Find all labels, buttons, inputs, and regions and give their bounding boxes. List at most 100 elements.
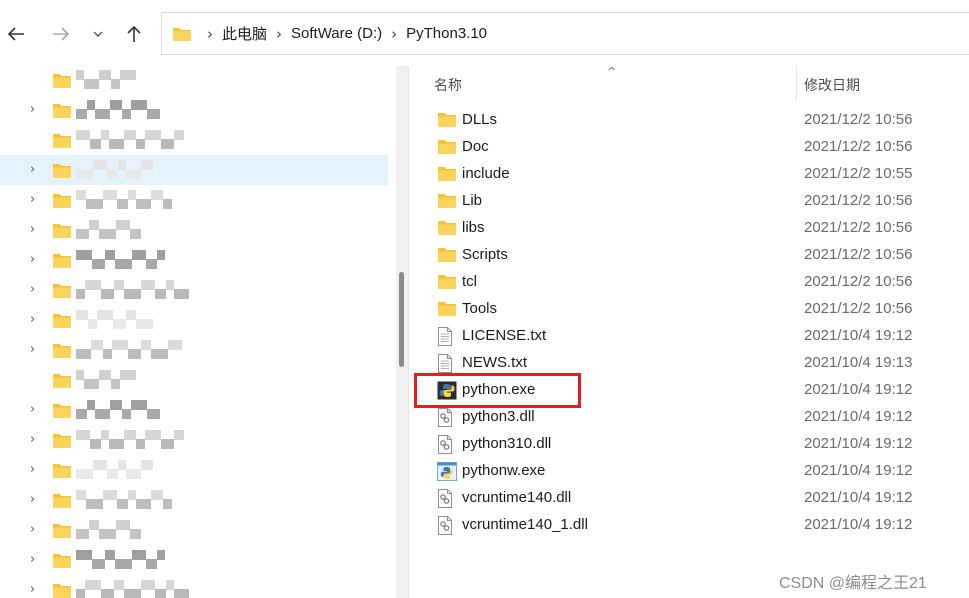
- expand-chevron-icon[interactable]: ›: [30, 193, 42, 207]
- expand-chevron-icon[interactable]: ›: [30, 433, 42, 447]
- expand-chevron-icon[interactable]: ›: [30, 223, 42, 237]
- nav-item[interactable]: ›: [0, 395, 388, 425]
- navigation-scrollbar[interactable]: [396, 66, 408, 598]
- file-modified-date: 2021/10/4 19:12: [804, 462, 913, 479]
- obscured-label: [76, 130, 184, 150]
- file-modified-date: 2021/12/2 10:56: [804, 219, 913, 236]
- expand-chevron-icon[interactable]: ›: [30, 493, 42, 507]
- nav-item[interactable]: ›: [0, 455, 388, 485]
- file-row-vcruntime140-dll[interactable]: vcruntime140.dll 2021/10/4 19:12: [432, 485, 962, 512]
- file-row-news-txt[interactable]: NEWS.txt 2021/10/4 19:13: [432, 350, 962, 377]
- expand-chevron-icon[interactable]: ›: [30, 313, 42, 327]
- file-name: tcl: [462, 273, 477, 290]
- folder-icon: [437, 165, 457, 184]
- chevron-down-icon: [93, 31, 103, 37]
- file-name: python310.dll: [462, 435, 552, 452]
- address-bar[interactable]: › 此电脑 › SoftWare (D:) › PyThon3.10: [161, 12, 969, 55]
- nav-item[interactable]: ›: [0, 95, 388, 125]
- file-row-doc[interactable]: Doc 2021/12/2 10:56: [432, 134, 962, 161]
- dll-file-icon: [437, 489, 457, 508]
- arrow-left-icon: [7, 27, 24, 41]
- file-row-license-txt[interactable]: LICENSE.txt 2021/10/4 19:12: [432, 323, 962, 350]
- expand-chevron-icon[interactable]: ›: [30, 343, 42, 357]
- file-modified-date: 2021/12/2 10:56: [804, 300, 913, 317]
- expand-chevron-icon[interactable]: ›: [30, 583, 42, 597]
- up-button[interactable]: [120, 20, 148, 48]
- file-row-lib[interactable]: Lib 2021/12/2 10:56: [432, 188, 962, 215]
- file-name: pythonw.exe: [462, 462, 546, 479]
- file-row-pythonw-exe[interactable]: pythonw.exe 2021/10/4 19:12: [432, 458, 962, 485]
- folder-icon: [52, 492, 72, 514]
- nav-item[interactable]: ›: [0, 305, 388, 335]
- file-name: Lib: [462, 192, 483, 209]
- python-icon: [437, 462, 457, 481]
- obscured-label: [76, 580, 189, 598]
- column-header-date[interactable]: 修改日期: [804, 75, 860, 95]
- expand-chevron-icon[interactable]: ›: [30, 553, 42, 567]
- nav-item[interactable]: [0, 125, 388, 155]
- nav-item[interactable]: [0, 66, 388, 95]
- breadcrumb-python-folder[interactable]: PyThon3.10: [406, 25, 487, 42]
- file-name: Tools: [462, 300, 498, 317]
- file-row-python3-dll[interactable]: python3.dll 2021/10/4 19:12: [432, 404, 962, 431]
- folder-icon: [52, 462, 72, 484]
- obscured-label: [76, 70, 136, 90]
- back-button[interactable]: [2, 20, 30, 48]
- dll-file-icon: [437, 408, 457, 427]
- folder-icon: [437, 300, 457, 319]
- file-row-python-exe[interactable]: python.exe 2021/10/4 19:12: [432, 377, 962, 404]
- expand-chevron-icon[interactable]: ›: [30, 283, 42, 297]
- expand-chevron-icon[interactable]: ›: [30, 163, 42, 177]
- folder-icon: [52, 582, 72, 598]
- forward-button[interactable]: [47, 20, 75, 48]
- breadcrumb-software-drive[interactable]: SoftWare (D:): [291, 25, 382, 42]
- folder-icon: [437, 138, 457, 157]
- navigation-pane[interactable]: › › › › › › › › › › › › › › ›: [0, 66, 396, 598]
- nav-item[interactable]: ›: [0, 515, 388, 545]
- obscured-label: [76, 400, 160, 420]
- obscured-label: [76, 370, 136, 390]
- nav-item[interactable]: ›: [0, 155, 388, 185]
- nav-item[interactable]: ›: [0, 575, 388, 598]
- expand-chevron-icon[interactable]: ›: [30, 253, 42, 267]
- expand-chevron-icon[interactable]: ›: [30, 103, 42, 117]
- expand-chevron-icon[interactable]: ›: [30, 523, 42, 537]
- nav-item[interactable]: [0, 365, 388, 395]
- scrollbar-thumb[interactable]: [399, 272, 404, 367]
- nav-item[interactable]: ›: [0, 335, 388, 365]
- pane-divider[interactable]: [408, 66, 411, 598]
- obscured-label: [76, 520, 141, 540]
- recent-locations-button[interactable]: [84, 20, 112, 48]
- watermark: CSDN @编程之王21: [779, 575, 927, 592]
- file-row-python310-dll[interactable]: python310.dll 2021/10/4 19:12: [432, 431, 962, 458]
- obscured-label: [76, 460, 153, 480]
- file-row-vcruntime140-1-dll[interactable]: vcruntime140_1.dll 2021/10/4 19:12: [432, 512, 962, 539]
- python-icon: [437, 381, 457, 400]
- file-name: NEWS.txt: [462, 354, 528, 371]
- nav-item[interactable]: ›: [0, 185, 388, 215]
- column-header-name[interactable]: 名称: [434, 75, 462, 95]
- nav-item[interactable]: ›: [0, 485, 388, 515]
- file-modified-date: 2021/12/2 10:56: [804, 111, 913, 128]
- nav-item[interactable]: ›: [0, 245, 388, 275]
- file-name: DLLs: [462, 111, 498, 128]
- file-row-scripts[interactable]: Scripts 2021/12/2 10:56: [432, 242, 962, 269]
- file-modified-date: 2021/12/2 10:56: [804, 192, 913, 209]
- folder-icon: [52, 222, 72, 244]
- file-row-tcl[interactable]: tcl 2021/12/2 10:56: [432, 269, 962, 296]
- nav-item[interactable]: ›: [0, 275, 388, 305]
- file-row-libs[interactable]: libs 2021/12/2 10:56: [432, 215, 962, 242]
- expand-chevron-icon[interactable]: ›: [30, 403, 42, 417]
- file-modified-date: 2021/12/2 10:55: [804, 165, 913, 182]
- breadcrumb-this-pc[interactable]: 此电脑: [222, 23, 267, 44]
- column-separator[interactable]: [796, 66, 797, 100]
- nav-item[interactable]: ›: [0, 215, 388, 245]
- breadcrumb-separator: ›: [276, 24, 283, 43]
- file-row-dlls[interactable]: DLLs 2021/12/2 10:56: [432, 107, 962, 134]
- file-row-include[interactable]: include 2021/12/2 10:55: [432, 161, 962, 188]
- folder-icon: [52, 72, 72, 94]
- file-row-tools[interactable]: Tools 2021/12/2 10:56: [432, 296, 962, 323]
- nav-item[interactable]: ›: [0, 545, 388, 575]
- nav-item[interactable]: ›: [0, 425, 388, 455]
- expand-chevron-icon[interactable]: ›: [30, 463, 42, 477]
